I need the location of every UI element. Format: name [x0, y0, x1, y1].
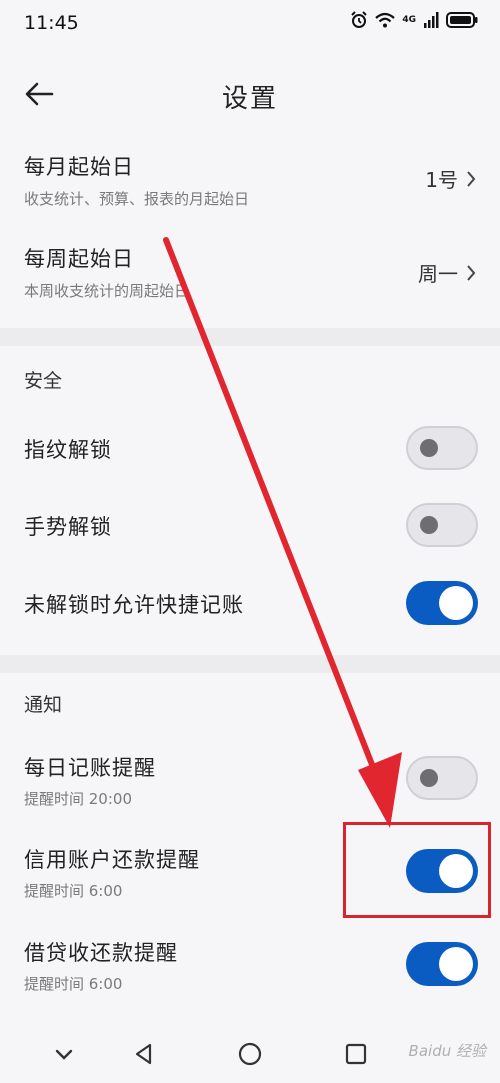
daily-reminder-time: 提醒时间 20:00: [24, 790, 132, 808]
toggle-knob: [420, 516, 438, 534]
toggle-knob: [420, 769, 438, 787]
gesture-unlock-toggle[interactable]: [406, 503, 478, 547]
month-start-title: 每月起始日: [24, 155, 134, 179]
nav-back-icon[interactable]: [130, 1040, 158, 1068]
toggle-knob: [439, 586, 473, 620]
network-type: 4G: [402, 15, 416, 25]
credit-repayment-time: 提醒时间 6:00: [24, 882, 123, 900]
status-icons: 4G: [350, 11, 478, 29]
alarm-icon: [351, 11, 368, 28]
loan-repayment-time: 提醒时间 6:00: [24, 975, 123, 993]
week-start-value[interactable]: 周一: [418, 258, 476, 287]
loan-repayment-toggle[interactable]: [406, 942, 478, 986]
gesture-unlock-label: 手势解锁: [24, 515, 112, 539]
wifi-icon: [375, 12, 396, 28]
month-start-value[interactable]: 1号: [425, 164, 476, 193]
daily-reminder-label: 每日记账提醒: [24, 756, 156, 780]
status-time: 11:45: [24, 12, 79, 34]
security-heading: 安全: [24, 370, 63, 392]
section-divider: [0, 655, 500, 673]
annotation-highlight-box: [343, 822, 491, 918]
chevron-right-icon: [467, 264, 476, 281]
fingerprint-unlock-toggle[interactable]: [406, 426, 478, 470]
chevron-right-icon: [467, 170, 476, 187]
month-start-subtitle: 收支统计、预算、报表的月起始日: [24, 190, 250, 208]
month-start-value-text: 1号: [425, 168, 458, 192]
watermark: Baidu 经验: [408, 1042, 486, 1060]
page-title: 设置: [221, 84, 278, 114]
notifications-heading: 通知: [24, 694, 63, 716]
quick-record-toggle[interactable]: [406, 581, 478, 625]
nav-home-icon[interactable]: [236, 1040, 264, 1068]
fingerprint-unlock-row: 指纹解锁: [0, 418, 500, 478]
battery-icon: [446, 12, 478, 28]
toggle-knob: [420, 439, 438, 457]
week-start-subtitle: 本周收支统计的周起始日: [24, 282, 190, 300]
loan-repayment-label: 借贷收还款提醒: [24, 941, 178, 965]
credit-repayment-label: 信用账户还款提醒: [24, 848, 200, 872]
week-start-title: 每周起始日: [24, 247, 134, 271]
section-divider: [0, 328, 500, 346]
week-start-value-text: 周一: [418, 262, 458, 286]
toggle-knob: [439, 947, 473, 981]
quick-record-row: 未解锁时允许快捷记账: [0, 575, 500, 635]
quick-record-label: 未解锁时允许快捷记账: [24, 593, 244, 617]
nav-down-icon[interactable]: [50, 1040, 78, 1068]
loan-repayment-row: 借贷收还款提醒 提醒时间 6:00: [0, 925, 500, 1000]
month-start-row[interactable]: 每月起始日 收支统计、预算、报表的月起始日 1号: [0, 140, 500, 220]
daily-reminder-row: 每日记账提醒 提醒时间 20:00: [0, 740, 500, 815]
gesture-unlock-row: 手势解锁: [0, 495, 500, 555]
fingerprint-unlock-label: 指纹解锁: [24, 438, 112, 462]
week-start-row[interactable]: 每周起始日 本周收支统计的周起始日 周一: [0, 232, 500, 312]
nav-recents-icon[interactable]: [342, 1040, 370, 1068]
daily-reminder-toggle[interactable]: [406, 756, 478, 800]
signal-icon: [424, 12, 439, 28]
